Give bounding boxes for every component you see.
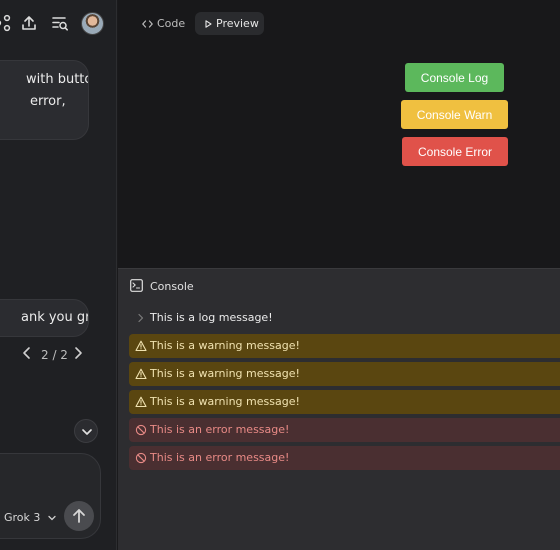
history-search-icon[interactable] (51, 14, 69, 32)
chevron-right-icon (138, 313, 144, 323)
tab-label: Preview (216, 17, 259, 30)
code-icon (142, 20, 153, 28)
console-entry-text: This is an error message! (150, 451, 290, 464)
user-message: ank you groky (0, 299, 89, 337)
artifact-panel: Code Preview Console Log Console Warn Co… (118, 0, 560, 550)
console-entry: This is a log message! (129, 306, 560, 330)
chat-panel: with buttons error, ank you groky 2 / 2 … (0, 0, 117, 550)
error-icon (135, 452, 147, 464)
pager-count: 2 / 2 (41, 348, 68, 362)
preview-area: Console Log Console Warn Console Error (118, 42, 560, 268)
warning-icon (135, 368, 147, 380)
console-log-button[interactable]: Console Log (405, 63, 504, 92)
console-entry-text: This is a warning message! (150, 339, 300, 352)
chevron-left-icon[interactable] (22, 346, 32, 360)
share-icon[interactable] (0, 14, 12, 32)
upload-icon[interactable] (20, 14, 38, 32)
message-line: with buttons (26, 72, 88, 87)
tab-label: Code (157, 17, 186, 30)
play-icon (205, 20, 212, 28)
chevron-down-icon (48, 515, 56, 521)
console-entry: This is a warning message! (129, 362, 560, 386)
warning-icon (135, 396, 147, 408)
console-entry: This is an error message! (129, 446, 560, 470)
console-title: Console (150, 280, 194, 293)
model-selector[interactable]: Grok 3 (4, 511, 56, 524)
warning-icon (135, 340, 147, 352)
console-entry: This is a warning message! (129, 390, 560, 414)
terminal-icon (130, 279, 143, 292)
tab-preview[interactable]: Preview (195, 12, 264, 35)
send-button[interactable] (64, 501, 94, 531)
error-icon (135, 424, 147, 436)
console-entry-text: This is a warning message! (150, 367, 300, 380)
console-panel: Console This is a log message! This is a… (118, 268, 560, 550)
console-warn-button[interactable]: Console Warn (401, 100, 508, 129)
message-text: ank you groky (21, 310, 89, 325)
console-entry-text: This is an error message! (150, 423, 290, 436)
tab-code[interactable]: Code (142, 12, 198, 35)
scroll-to-bottom-button[interactable] (74, 419, 98, 443)
console-entry: This is a warning message! (129, 334, 560, 358)
response-pager: 2 / 2 (0, 344, 116, 366)
console-entry: This is an error message! (129, 418, 560, 442)
message-line: error, (30, 94, 66, 109)
avatar[interactable] (81, 12, 104, 35)
console-error-button[interactable]: Console Error (402, 137, 508, 166)
chevron-right-icon[interactable] (73, 346, 83, 360)
user-message: with buttons error, (0, 60, 89, 140)
console-entry-text: This is a warning message! (150, 395, 300, 408)
model-name: Grok 3 (4, 511, 41, 524)
arrow-up-icon (73, 509, 85, 523)
chevron-down-icon (82, 429, 92, 435)
console-entry-text: This is a log message! (150, 311, 273, 324)
message-composer[interactable]: Grok 3 (0, 453, 101, 539)
